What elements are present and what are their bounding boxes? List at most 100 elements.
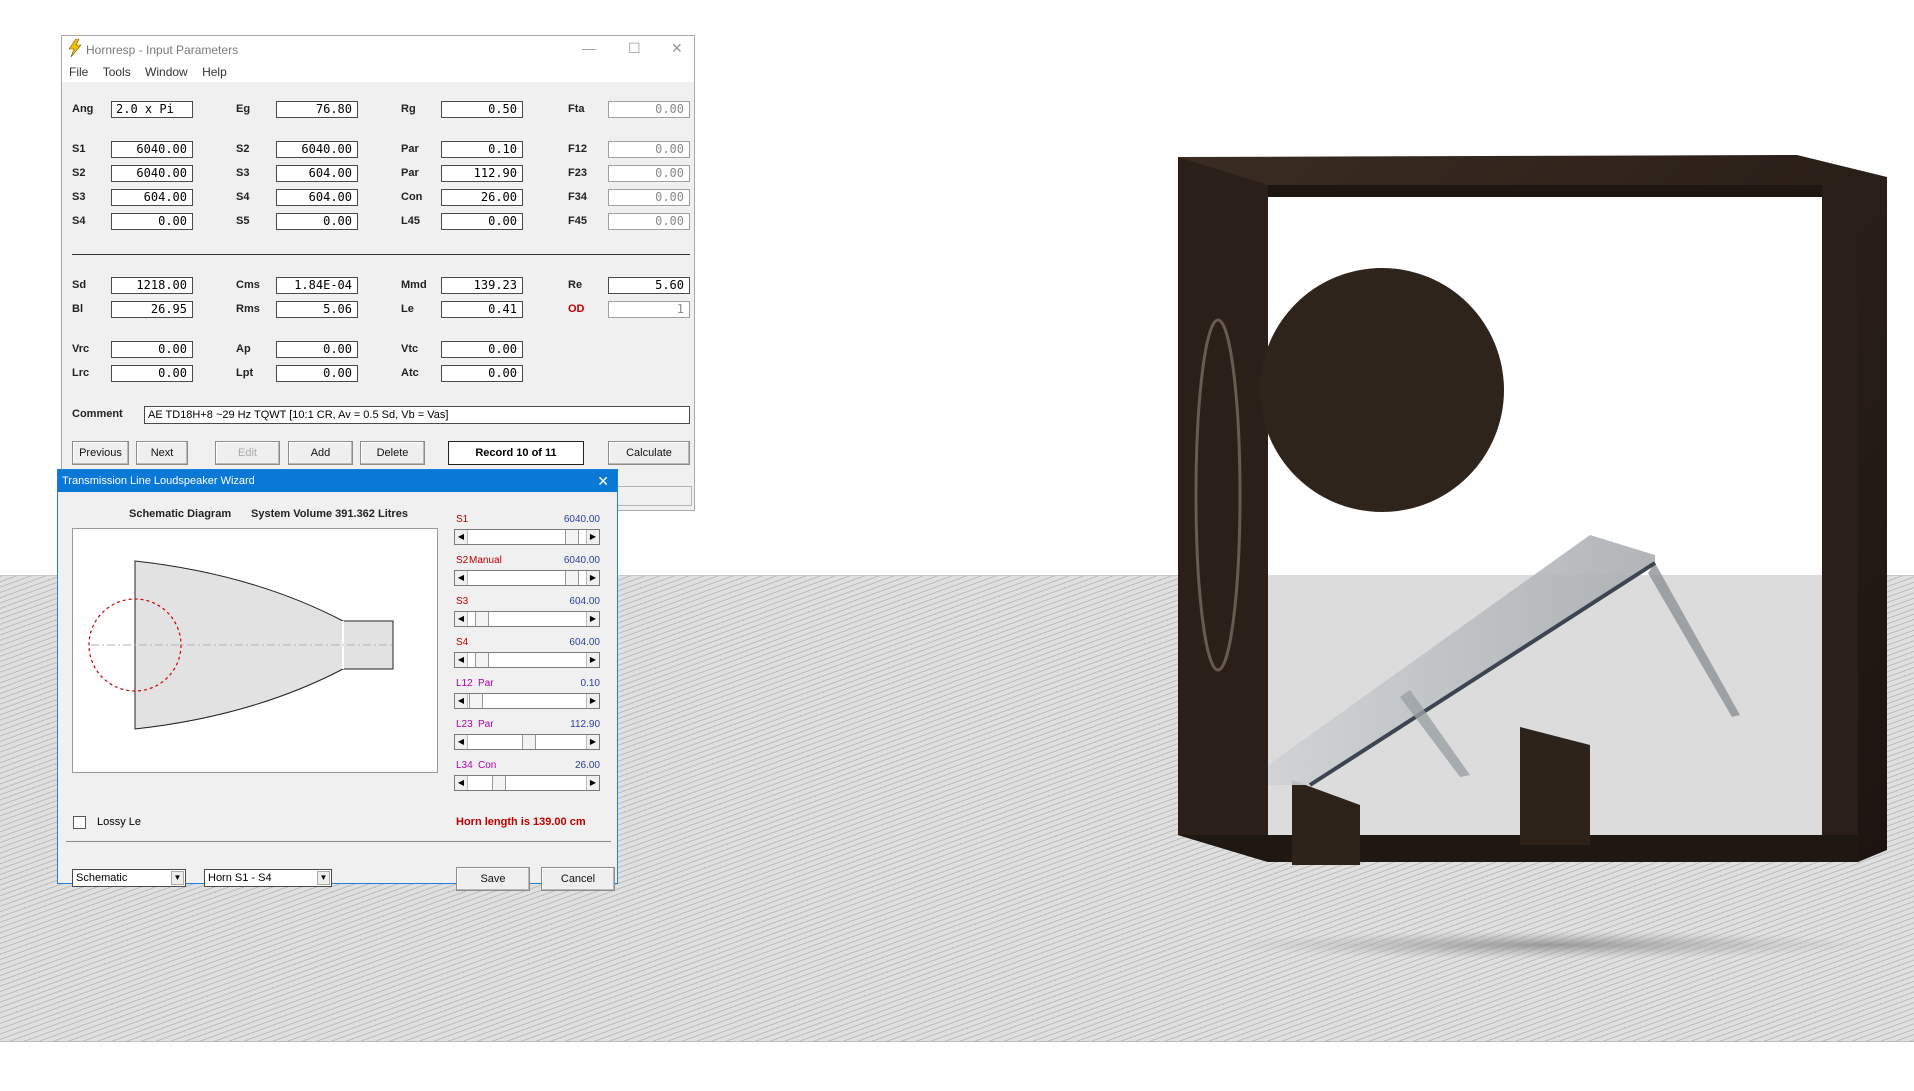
atc-label: Atc xyxy=(401,367,419,379)
rg-field[interactable]: 0.50 xyxy=(441,101,523,118)
mmd-field[interactable]: 139.23 xyxy=(441,277,523,294)
rms-field[interactable]: 5.06 xyxy=(276,301,358,318)
chevron-down-icon[interactable]: ▼ xyxy=(317,871,330,885)
od-field[interactable]: 1 xyxy=(608,301,690,318)
chevron-down-icon[interactable]: ▼ xyxy=(171,871,184,885)
arrow-right-icon[interactable]: ▶ xyxy=(586,530,599,544)
s2b-field[interactable]: 6040.00 xyxy=(276,141,358,158)
mmd-label: Mmd xyxy=(401,279,427,291)
re-field[interactable]: 5.60 xyxy=(608,277,690,294)
s1-field[interactable]: 6040.00 xyxy=(111,141,193,158)
cancel-button[interactable]: Cancel xyxy=(541,867,615,891)
l45-label: L45 xyxy=(401,215,420,227)
l23-field[interactable]: 112.90 xyxy=(441,165,523,182)
l45-field[interactable]: 0.00 xyxy=(441,213,523,230)
s3b-field[interactable]: 604.00 xyxy=(276,165,358,182)
slider-track[interactable]: ◀ ▶ xyxy=(454,775,600,791)
system-volume: System Volume 391.362 Litres xyxy=(251,508,408,520)
arrow-left-icon[interactable]: ◀ xyxy=(455,571,468,585)
cms-field[interactable]: 1.84E-04 xyxy=(276,277,358,294)
previous-button[interactable]: Previous xyxy=(72,441,129,465)
horn-select[interactable]: Horn S1 - S4 ▼ xyxy=(204,869,332,887)
next-button[interactable]: Next xyxy=(136,441,188,465)
f34-field[interactable]: 0.00 xyxy=(608,189,690,206)
slider-track[interactable]: ◀ ▶ xyxy=(454,570,600,586)
minimize-icon[interactable]: — xyxy=(582,40,596,56)
menu-window[interactable]: Window xyxy=(145,65,188,79)
arrow-right-icon[interactable]: ▶ xyxy=(586,612,599,626)
edit-button[interactable]: Edit xyxy=(215,441,280,465)
arrow-right-icon[interactable]: ▶ xyxy=(586,571,599,585)
menu-file[interactable]: File xyxy=(69,65,88,79)
l12-field[interactable]: 0.10 xyxy=(441,141,523,158)
s1-label: S1 xyxy=(72,143,86,155)
ang-field[interactable]: 2.0 x Pi xyxy=(111,101,193,118)
close-icon[interactable]: ✕ xyxy=(597,470,609,492)
slider-label: S4 xyxy=(456,637,469,648)
slider-track[interactable]: ◀ ▶ xyxy=(454,611,600,627)
maximize-icon[interactable]: ☐ xyxy=(628,40,641,57)
slider-thumb[interactable] xyxy=(475,612,489,626)
ang-label: Ang xyxy=(72,103,94,115)
close-icon[interactable]: ✕ xyxy=(671,40,683,57)
slider-thumb[interactable] xyxy=(565,530,579,544)
vrc-field[interactable]: 0.00 xyxy=(111,341,193,358)
fta-field[interactable]: 0.00 xyxy=(608,101,690,118)
f45-label: F45 xyxy=(568,215,587,227)
le-field[interactable]: 0.41 xyxy=(441,301,523,318)
lrc-field[interactable]: 0.00 xyxy=(111,365,193,382)
slider-label: S2 xyxy=(456,555,469,566)
eg-field[interactable]: 76.80 xyxy=(276,101,358,118)
slider-track[interactable]: ◀ ▶ xyxy=(454,529,600,545)
view-select[interactable]: Schematic ▼ xyxy=(72,869,186,887)
delete-button[interactable]: Delete xyxy=(360,441,425,465)
slider-thumb[interactable] xyxy=(475,653,489,667)
horn-length: Horn length is 139.00 cm xyxy=(456,816,586,828)
sd-field[interactable]: 1218.00 xyxy=(111,277,193,294)
menu-tools[interactable]: Tools xyxy=(103,65,131,79)
lossy-le-checkbox[interactable] xyxy=(73,816,86,829)
f45-field[interactable]: 0.00 xyxy=(608,213,690,230)
s3-field[interactable]: 604.00 xyxy=(111,189,193,206)
f23-field[interactable]: 0.00 xyxy=(608,165,690,182)
rms-label: Rms xyxy=(236,303,260,315)
calculate-button[interactable]: Calculate xyxy=(608,441,690,465)
schematic-diagram xyxy=(72,528,438,773)
f12-field[interactable]: 0.00 xyxy=(608,141,690,158)
atc-field[interactable]: 0.00 xyxy=(441,365,523,382)
arrow-left-icon[interactable]: ◀ xyxy=(455,735,468,749)
bl-field[interactable]: 26.95 xyxy=(111,301,193,318)
le-label: Le xyxy=(401,303,414,315)
s4b-field[interactable]: 604.00 xyxy=(276,189,358,206)
record-indicator: Record 10 of 11 xyxy=(448,441,584,465)
lpt-field[interactable]: 0.00 xyxy=(276,365,358,382)
slider-thumb[interactable] xyxy=(469,694,483,708)
arrow-right-icon[interactable]: ▶ xyxy=(586,653,599,667)
s5-field[interactable]: 0.00 xyxy=(276,213,358,230)
add-button[interactable]: Add xyxy=(288,441,353,465)
arrow-right-icon[interactable]: ▶ xyxy=(586,735,599,749)
wizard-title: Transmission Line Loudspeaker Wizard xyxy=(62,475,255,487)
l34-field[interactable]: 26.00 xyxy=(441,189,523,206)
slider-track[interactable]: ◀ ▶ xyxy=(454,693,600,709)
arrow-left-icon[interactable]: ◀ xyxy=(455,530,468,544)
arrow-left-icon[interactable]: ◀ xyxy=(455,612,468,626)
arrow-right-icon[interactable]: ▶ xyxy=(586,694,599,708)
comment-field[interactable]: AE TD18H+8 ~29 Hz TQWT [10:1 CR, Av = 0.… xyxy=(144,406,690,424)
s2-field[interactable]: 6040.00 xyxy=(111,165,193,182)
arrow-right-icon[interactable]: ▶ xyxy=(586,776,599,790)
slider-label: L12 xyxy=(456,678,473,689)
arrow-left-icon[interactable]: ◀ xyxy=(455,653,468,667)
save-button[interactable]: Save xyxy=(456,867,530,891)
slider-track[interactable]: ◀ ▶ xyxy=(454,734,600,750)
vtc-field[interactable]: 0.00 xyxy=(441,341,523,358)
slider-thumb[interactable] xyxy=(565,571,579,585)
arrow-left-icon[interactable]: ◀ xyxy=(455,694,468,708)
menu-help[interactable]: Help xyxy=(202,65,227,79)
ap-field[interactable]: 0.00 xyxy=(276,341,358,358)
slider-thumb[interactable] xyxy=(522,735,536,749)
slider-thumb[interactable] xyxy=(492,776,506,790)
arrow-left-icon[interactable]: ◀ xyxy=(455,776,468,790)
slider-track[interactable]: ◀ ▶ xyxy=(454,652,600,668)
s4-field[interactable]: 0.00 xyxy=(111,213,193,230)
